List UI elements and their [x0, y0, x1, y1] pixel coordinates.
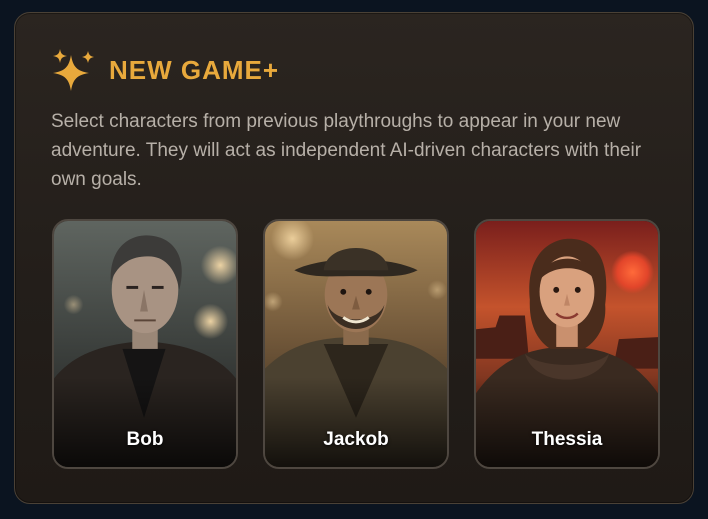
panel-header: NEW GAME+	[51, 47, 279, 93]
new-game-plus-panel: NEW GAME+ Select characters from previou…	[14, 12, 694, 504]
card-shade	[265, 377, 447, 467]
character-name: Thessia	[531, 429, 603, 450]
card-shade	[476, 377, 658, 467]
character-card-jackob[interactable]: Jackob	[263, 219, 449, 469]
character-card-thessia[interactable]: Thessia	[474, 219, 660, 469]
sparkles-icon	[53, 49, 94, 91]
panel-title: NEW GAME+	[109, 54, 280, 85]
character-card-list: Bob Jackob Thessia	[52, 219, 664, 469]
panel-description: Select characters from previous playthro…	[51, 111, 642, 190]
character-name: Bob	[126, 429, 164, 450]
card-shade	[54, 377, 236, 467]
character-name: Jackob	[323, 429, 389, 450]
character-card-bob[interactable]: Bob	[52, 219, 238, 469]
